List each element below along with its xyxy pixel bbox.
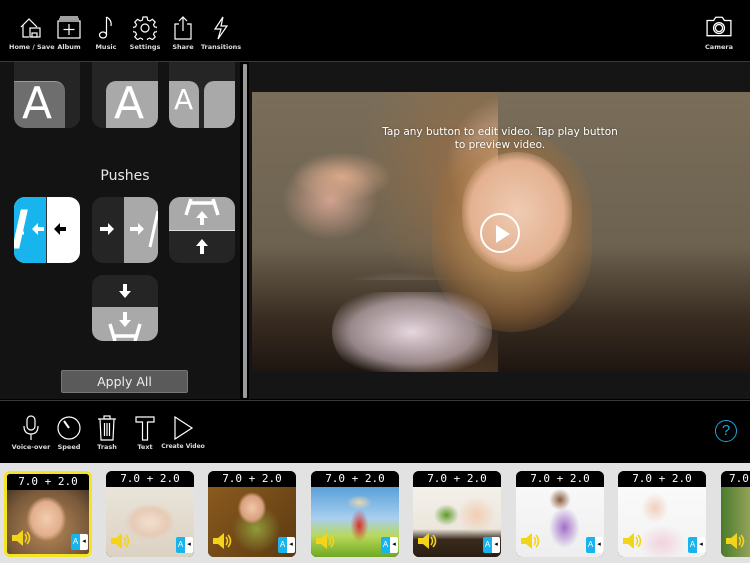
transition-badge[interactable]: A ◂ bbox=[71, 534, 88, 550]
help-icon[interactable]: ? bbox=[715, 420, 737, 442]
transition-badge[interactable]: A ◂ bbox=[586, 537, 603, 553]
share-icon bbox=[174, 16, 192, 40]
album-icon bbox=[57, 16, 81, 39]
transition-badge[interactable]: A ◂ bbox=[483, 537, 500, 553]
trash-icon bbox=[98, 415, 116, 441]
play-outline-icon bbox=[174, 415, 194, 441]
transitions-label: Transitions bbox=[200, 43, 242, 51]
clip-duration: 7.0 + 2.0 bbox=[618, 471, 706, 487]
clip-item[interactable]: 7.0 + 2.0 bbox=[721, 471, 750, 557]
transition-glyph: A bbox=[114, 78, 145, 128]
transition-glyph: A bbox=[174, 83, 194, 116]
speaker-icon[interactable] bbox=[212, 531, 234, 551]
clip-item[interactable]: 7.0 + 2.0 A ◂ bbox=[311, 471, 399, 557]
camera-label: Camera bbox=[705, 43, 733, 51]
lightning-icon bbox=[213, 16, 229, 40]
music-label: Music bbox=[95, 43, 117, 51]
clip-item[interactable]: 7.0 + 2.0 A ◂ bbox=[4, 471, 92, 557]
transition-push-up[interactable] bbox=[169, 197, 235, 263]
play-circle-icon[interactable] bbox=[480, 213, 520, 253]
create-video-label: Create Video bbox=[161, 443, 205, 450]
section-title-pushes: Pushes bbox=[100, 168, 150, 184]
bottom-toolbar: Voice-over Speed Trash Text Create Video bbox=[0, 400, 750, 462]
clip-item[interactable]: 7.0 + 2.0 A ◂ bbox=[208, 471, 296, 557]
text-icon bbox=[135, 416, 155, 441]
clip-duration: 7.0 + 2.0 bbox=[208, 471, 296, 487]
clip-item[interactable]: 7.0 + 2.0 A ◂ bbox=[516, 471, 604, 557]
transition-split[interactable]: A bbox=[169, 62, 235, 128]
clip-duration: 7.0 + 2.0 bbox=[516, 471, 604, 487]
panel-scrollbar[interactable] bbox=[243, 64, 247, 398]
transition-badge[interactable]: A ◂ bbox=[176, 537, 193, 553]
speaker-icon[interactable] bbox=[417, 531, 439, 551]
clip-item[interactable]: 7.0 + 2.0 A ◂ bbox=[618, 471, 706, 557]
microphone-icon bbox=[23, 415, 39, 440]
speaker-icon[interactable] bbox=[11, 528, 33, 548]
clip-item[interactable]: 7.0 + 2.0 A ◂ bbox=[106, 471, 194, 557]
speaker-icon[interactable] bbox=[725, 531, 747, 551]
speaker-icon[interactable] bbox=[622, 531, 644, 551]
home-save-icon bbox=[20, 18, 41, 38]
transition-push-down[interactable] bbox=[92, 275, 158, 341]
clip-duration: 7.0 + 2.0 bbox=[106, 471, 194, 487]
transition-dissolve[interactable]: A bbox=[92, 62, 158, 128]
transition-badge[interactable]: A ◂ bbox=[278, 537, 295, 553]
top-toolbar: Home / Save Album Music Settings Share T… bbox=[0, 0, 750, 62]
speaker-icon[interactable] bbox=[520, 531, 542, 551]
camera-icon bbox=[706, 16, 732, 37]
preview-hint: Tap any button to edit video. Tap play b… bbox=[382, 126, 618, 151]
transitions-button[interactable]: Transitions bbox=[199, 16, 243, 58]
apply-all-button[interactable]: Apply All bbox=[61, 370, 188, 393]
transition-badge[interactable]: A ◂ bbox=[688, 537, 705, 553]
speaker-icon[interactable] bbox=[110, 531, 132, 551]
transition-fade[interactable]: A bbox=[14, 62, 80, 128]
clip-duration: 7.0 + 2.0 bbox=[7, 474, 89, 490]
create-video-button[interactable]: Create Video bbox=[160, 415, 206, 455]
gear-icon bbox=[133, 16, 157, 40]
camera-button[interactable]: Camera bbox=[697, 14, 741, 56]
speedometer-icon bbox=[57, 416, 81, 440]
music-button[interactable]: Music bbox=[84, 16, 128, 58]
transition-push-right[interactable] bbox=[92, 197, 158, 263]
music-note-icon bbox=[98, 16, 112, 39]
transition-glyph: A bbox=[22, 78, 53, 128]
clip-item[interactable]: 7.0 + 2.0 A ◂ bbox=[413, 471, 501, 557]
clip-duration: 7.0 + 2.0 bbox=[311, 471, 399, 487]
clip-duration: 7.0 + 2.0 bbox=[413, 471, 501, 487]
clip-timeline[interactable]: 7.0 + 2.0 A ◂ 7.0 + 2.0 A ◂ 7.0 + 2.0 A ◂ 7… bbox=[0, 463, 750, 563]
clip-duration: 7.0 + 2.0 bbox=[721, 471, 750, 487]
transition-badge[interactable]: A ◂ bbox=[381, 537, 398, 553]
speaker-icon[interactable] bbox=[315, 531, 337, 551]
transition-push-left[interactable] bbox=[14, 197, 80, 263]
